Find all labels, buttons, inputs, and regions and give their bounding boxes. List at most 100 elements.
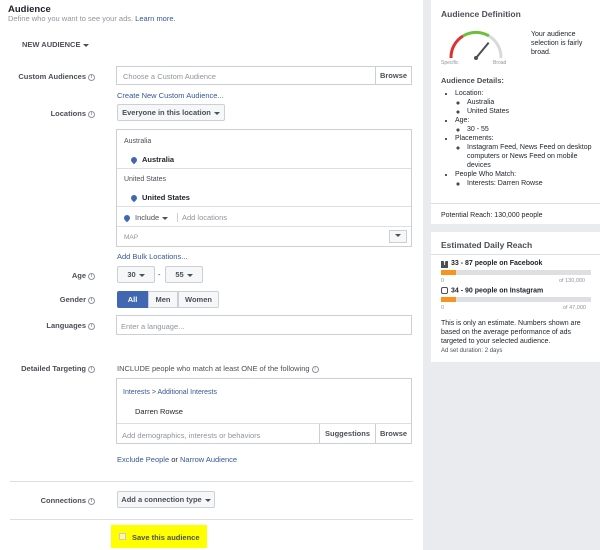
daily-reach-title: Estimated Daily Reach — [441, 240, 533, 250]
country-header: Australia — [124, 138, 152, 145]
facebook-reach-min: 0 — [441, 278, 445, 284]
targeting-browse-button[interactable]: Browse — [375, 424, 411, 444]
age-to-dropdown[interactable]: 55 — [165, 266, 203, 283]
language-input[interactable]: Enter a language... — [116, 315, 412, 335]
section-subtitle: Define who you want to see your ads. Lea… — [8, 14, 176, 23]
info-icon: i — [88, 110, 95, 118]
create-custom-audience-link[interactable]: Create New Custom Audience... — [117, 91, 224, 100]
gauge-hub — [474, 56, 478, 60]
connection-type-dropdown[interactable]: Add a connection type — [117, 491, 215, 508]
gender-women-button[interactable]: Women — [178, 291, 219, 308]
age-dash: - — [158, 270, 161, 279]
add-bulk-locations-link[interactable]: Add Bulk Locations... — [117, 252, 187, 261]
chevron-down-icon — [83, 43, 90, 47]
facebook-reach: f 33 - 87 people on Facebook — [441, 260, 542, 268]
audience-gauge — [449, 30, 503, 60]
divider — [117, 206, 411, 207]
gender-all-button[interactable]: All — [117, 291, 148, 308]
ad-set-duration: Ad set duration: 2 days — [441, 348, 503, 354]
chevron-down-icon — [395, 234, 401, 238]
detail-match: People Who Match: Interests: Darren Rows… — [455, 170, 595, 188]
country-header: United States — [124, 176, 167, 183]
save-audience-label: Save this audience — [132, 533, 200, 542]
info-icon: i — [88, 365, 95, 373]
age-label: Age i — [0, 271, 95, 280]
divider — [431, 254, 600, 255]
targeting-links: Exclude People or Narrow Audience — [117, 455, 238, 464]
divider — [117, 226, 411, 227]
gender-men-button[interactable]: Men — [148, 291, 178, 308]
gender-label: Gender i — [0, 295, 95, 304]
info-icon: i — [88, 73, 95, 81]
audience-details-list: Location: Australia United States Age: 3… — [443, 89, 595, 188]
divider — [431, 203, 600, 204]
include-dropdown[interactable]: Include — [122, 213, 169, 223]
suggestions-button[interactable]: Suggestions — [319, 424, 375, 444]
facebook-reach-bar — [441, 270, 591, 275]
gauge-high-label: Broad — [493, 60, 507, 66]
location-item[interactable]: Australia — [129, 155, 174, 165]
languages-label: Languages i — [0, 321, 95, 330]
location-item[interactable]: United States — [129, 193, 190, 203]
new-audience-dropdown[interactable]: NEW AUDIENCE — [22, 40, 90, 49]
location-pin-icon — [129, 193, 139, 203]
divider — [10, 481, 413, 482]
gauge-description: Your audience selection is fairly broad. — [531, 31, 583, 56]
daily-reach-card: Estimated Daily Reach f 33 - 87 people on… — [431, 232, 600, 362]
instagram-icon — [441, 287, 448, 294]
detail-placements: Placements: Instagram Feed, News Feed on… — [455, 134, 595, 170]
locations-label: Locations i — [0, 109, 95, 118]
audience-definition-card: Audience Definition Specific Broad Your … — [431, 0, 600, 224]
gauge-needle — [475, 41, 490, 59]
custom-audience-input[interactable]: Choose a Custom Audience Browse — [116, 66, 412, 85]
detail-placements-value: Instagram Feed, News Feed on desktop com… — [467, 143, 595, 170]
save-audience-highlight: Save this audience — [111, 525, 207, 548]
detail-age: Age: 30 - 55 — [455, 116, 595, 134]
detail-location-item: United States — [467, 107, 595, 116]
info-icon: i — [311, 365, 319, 373]
gauge-broad-arc — [488, 34, 503, 59]
detailed-targeting-label: Detailed Targeting i — [0, 364, 95, 373]
connections-label: Connections i — [0, 496, 95, 505]
location-pin-icon — [129, 155, 139, 165]
potential-reach: Potential Reach: 130,000 people — [441, 212, 543, 219]
narrow-audience-link[interactable]: Narrow Audience — [180, 455, 237, 464]
details-title: Audience Details: — [441, 76, 504, 85]
gender-toggle: All Men Women — [117, 291, 219, 308]
instagram-reach-max: of 47,000 — [563, 305, 586, 311]
targeting-search-input[interactable]: Add demographics, interests or behaviors — [122, 431, 260, 440]
targeting-item[interactable]: Darren Rowse — [135, 407, 183, 416]
add-locations-input[interactable]: Add locations — [177, 213, 227, 222]
gauge-low-label: Specific — [441, 60, 459, 66]
facebook-reach-max: of 130,000 — [559, 278, 585, 284]
detail-location-item: Australia — [467, 98, 595, 107]
info-icon: i — [88, 497, 95, 505]
age-from-dropdown[interactable]: 30 — [117, 266, 155, 283]
chevron-down-icon — [162, 216, 169, 220]
map-toggle-button[interactable] — [389, 230, 407, 243]
audience-definition-title: Audience Definition — [441, 9, 521, 19]
detail-match-value: Interests: Darren Rowse — [467, 179, 595, 188]
learn-more-link[interactable]: Learn more. — [135, 14, 175, 23]
detail-location: Location: Australia United States — [455, 89, 595, 116]
audience-panel: Audience Define who you want to see your… — [0, 0, 423, 550]
info-icon: i — [88, 296, 95, 304]
instagram-reach: 34 - 90 people on Instagram — [441, 287, 543, 294]
divider — [117, 168, 411, 169]
save-audience-checkbox[interactable] — [119, 533, 126, 540]
instagram-reach-min: 0 — [441, 305, 445, 311]
instagram-reach-fill — [441, 297, 456, 302]
custom-audience-browse-button[interactable]: Browse — [375, 67, 411, 84]
location-type-dropdown[interactable]: Everyone in this location — [117, 104, 225, 121]
info-icon: i — [88, 272, 95, 280]
chevron-down-icon — [186, 273, 193, 277]
map-label: MAP — [124, 234, 139, 241]
targeting-breadcrumb[interactable]: Interests > Additional Interests — [123, 389, 217, 396]
info-icon: i — [88, 322, 95, 330]
facebook-icon: f — [441, 261, 448, 268]
locations-box: Australia Australia United States United… — [116, 129, 412, 247]
exclude-people-link[interactable]: Exclude People — [117, 455, 169, 464]
detailed-targeting-box: Interests > Additional Interests Darren … — [116, 378, 412, 444]
chevron-down-icon — [138, 273, 145, 277]
detail-age-value: 30 - 55 — [467, 125, 595, 134]
